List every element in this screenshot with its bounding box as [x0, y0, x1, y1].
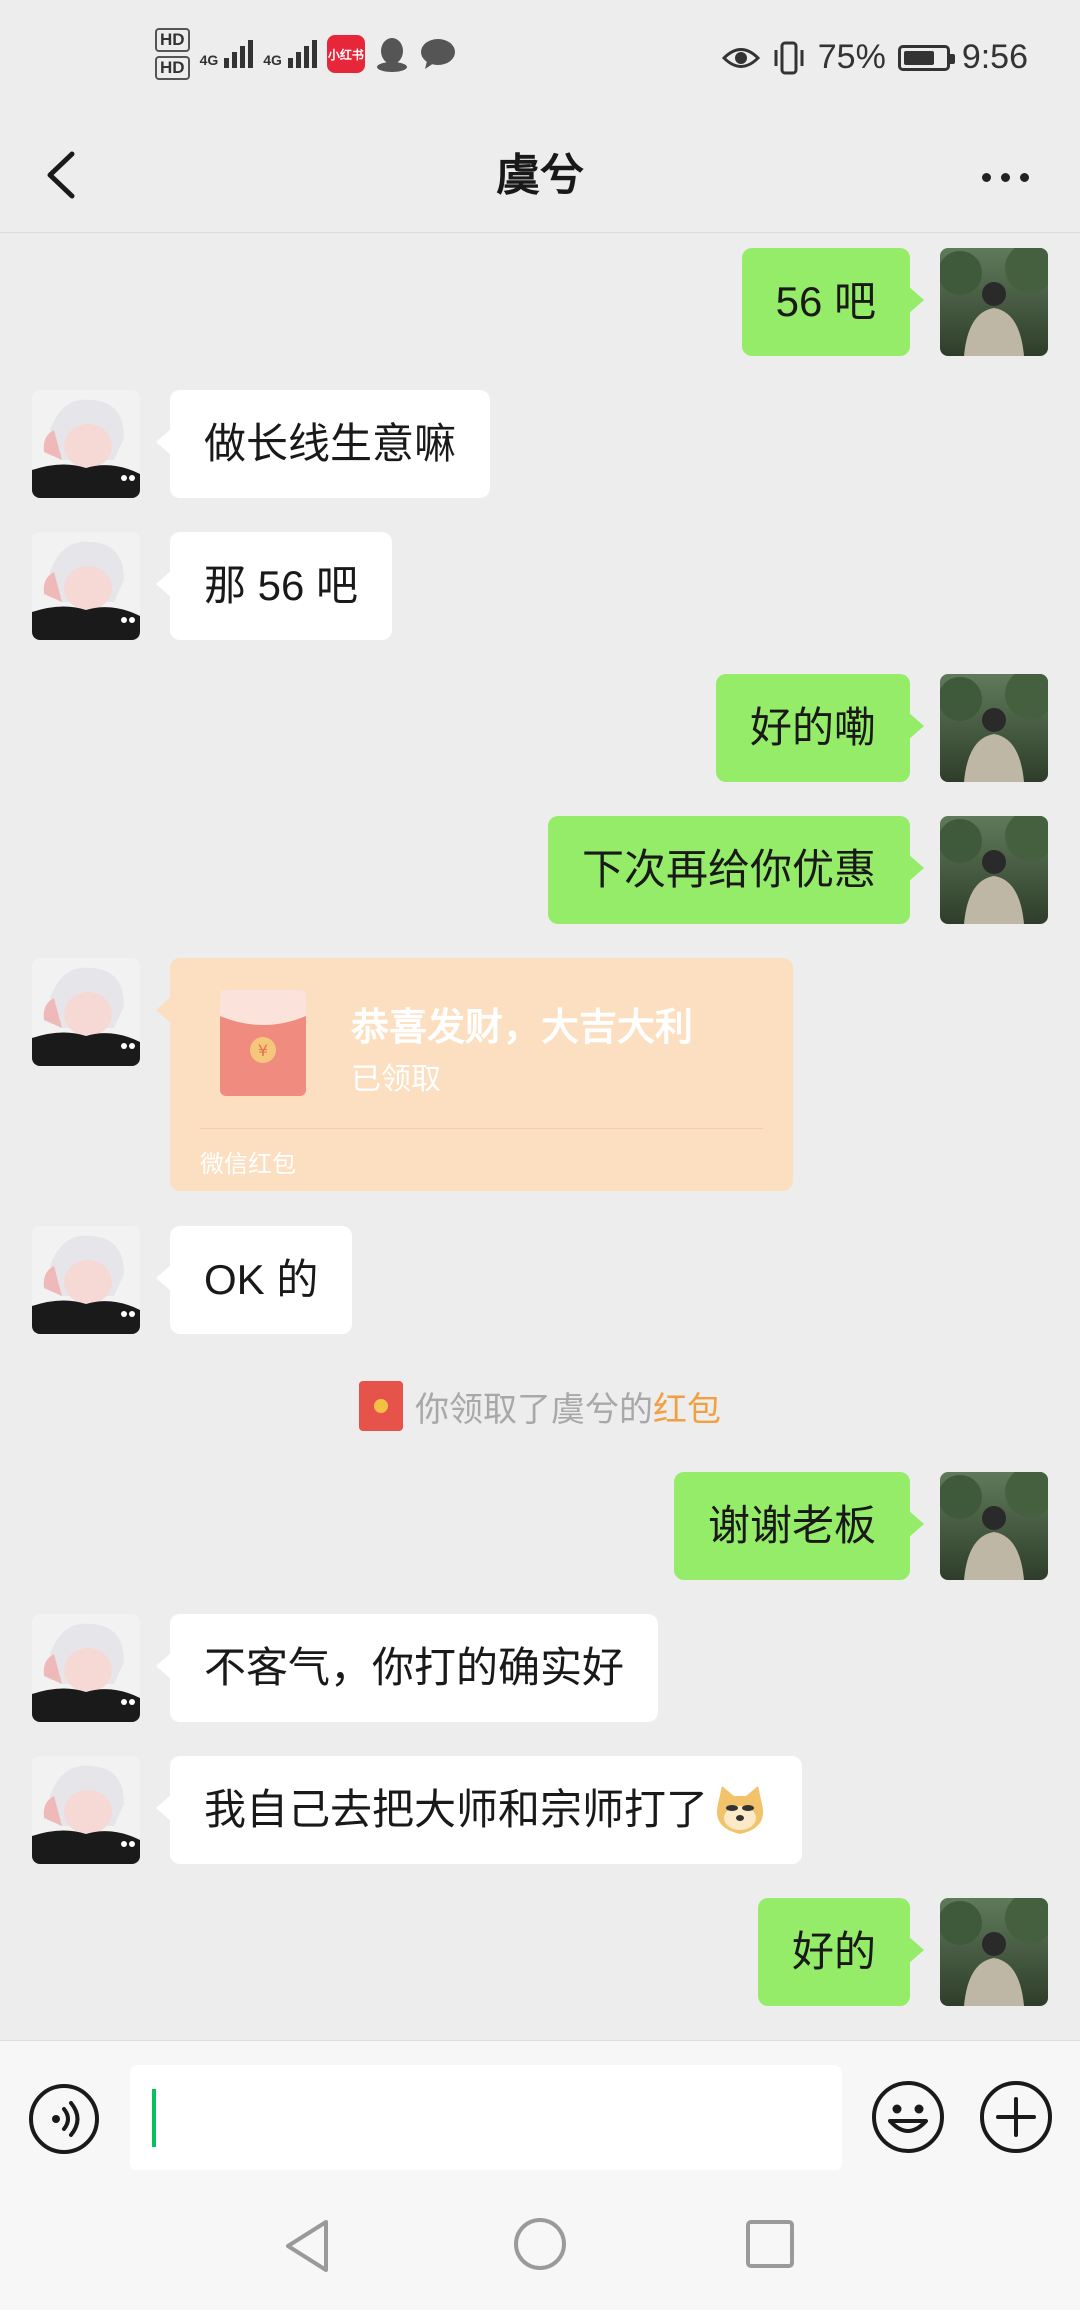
status-right: 75% 9:56 — [721, 38, 1028, 77]
signal-sim1-icon: 4G — [200, 40, 254, 68]
hd-indicators: HD HD — [155, 28, 190, 80]
battery-fill — [903, 50, 934, 65]
my-avatar[interactable] — [940, 1898, 1048, 2006]
hd2-indicator: HD — [155, 56, 190, 80]
message-bubble-theirs[interactable]: 不客气，你打的确实好 — [155, 1614, 659, 1722]
message-bubble-mine[interactable]: 56 吧 — [741, 248, 925, 356]
emoji-icon[interactable] — [870, 2079, 946, 2155]
red-packet-link[interactable]: 红包 — [653, 1382, 721, 1431]
contact-avatar[interactable] — [32, 958, 140, 1066]
more-icon[interactable] — [960, 142, 1050, 212]
status-left: HD HD 4G 4G 小红书 — [155, 28, 457, 80]
my-avatar[interactable] — [940, 816, 1048, 924]
my-avatar[interactable] — [940, 1472, 1048, 1580]
message-bubble-theirs[interactable]: 那 56 吧 — [155, 532, 393, 640]
red-packet-card[interactable]: ¥ 恭喜发财，大吉大利 已领取 微信红包 — [156, 958, 793, 1191]
hd1-indicator: HD — [155, 28, 190, 52]
text-caret — [152, 2089, 156, 2147]
contact-avatar[interactable] — [32, 390, 140, 498]
message-bubble-mine[interactable]: 好的嘞 — [715, 674, 925, 782]
message-bubble-mine[interactable]: 好的 — [757, 1898, 925, 2006]
network-type-1: 4G — [199, 52, 219, 68]
message-bubble-theirs[interactable]: OK 的 — [155, 1226, 353, 1334]
system-message-text: 你领取了虞兮的 — [415, 1390, 653, 1429]
red-packet-footer: 微信红包 — [200, 1151, 296, 1178]
my-avatar[interactable] — [940, 674, 1048, 782]
battery-percent: 75% — [817, 38, 886, 76]
svg-text:¥: ¥ — [258, 1041, 268, 1060]
message-input[interactable] — [130, 2065, 842, 2171]
chat-header: 虞兮 — [0, 120, 1080, 233]
nav-back-icon[interactable] — [282, 2218, 332, 2274]
message-bubble-theirs[interactable]: 做长线生意嘛 — [155, 390, 491, 498]
eye-comfort-icon — [721, 47, 760, 68]
message-text: 我自己去把大师和宗师打了 — [204, 1786, 709, 1833]
message-bubble-mine[interactable]: 下次再给你优惠 — [547, 816, 925, 924]
signal-sim2-icon: 4G — [263, 40, 317, 68]
contact-avatar[interactable] — [32, 1756, 140, 1864]
my-avatar[interactable] — [940, 248, 1048, 356]
voice-icon[interactable] — [28, 2083, 100, 2155]
qq-icon — [376, 38, 407, 72]
red-packet-icon: ¥ — [220, 990, 306, 1096]
doge-emoji-icon — [716, 1786, 764, 1834]
battery-icon — [897, 44, 955, 71]
chat-title: 虞兮 — [496, 151, 584, 200]
contact-avatar[interactable] — [32, 1614, 140, 1722]
nav-recent-icon[interactable] — [744, 2218, 796, 2270]
clock: 9:56 — [961, 38, 1028, 76]
system-nav-bar — [0, 2170, 1080, 2310]
plus-icon[interactable] — [978, 2079, 1054, 2155]
red-packet-status: 已领取 — [351, 1063, 441, 1096]
nav-home-icon[interactable] — [512, 2216, 568, 2272]
message-bubble-theirs[interactable]: 我自己去把大师和宗师打了 — [155, 1756, 803, 1864]
contact-avatar[interactable] — [32, 1226, 140, 1334]
contact-avatar[interactable] — [32, 532, 140, 640]
vibrate-icon — [774, 41, 804, 74]
red-packet-small-icon — [359, 1381, 403, 1431]
network-type-2: 4G — [263, 52, 282, 68]
wechat-icon — [420, 39, 455, 69]
system-message: 你领取了虞兮的 红包 — [0, 1378, 1080, 1434]
message-bubble-mine[interactable]: 谢谢老板 — [673, 1472, 925, 1580]
red-packet-divider — [200, 1128, 763, 1129]
status-bar: HD HD 4G 4G 小红书 75% 9:56 — [0, 0, 1080, 120]
xiaohongshu-app-icon: 小红书 — [326, 35, 365, 73]
red-packet-title: 恭喜发财，大吉大利 — [351, 1007, 694, 1049]
